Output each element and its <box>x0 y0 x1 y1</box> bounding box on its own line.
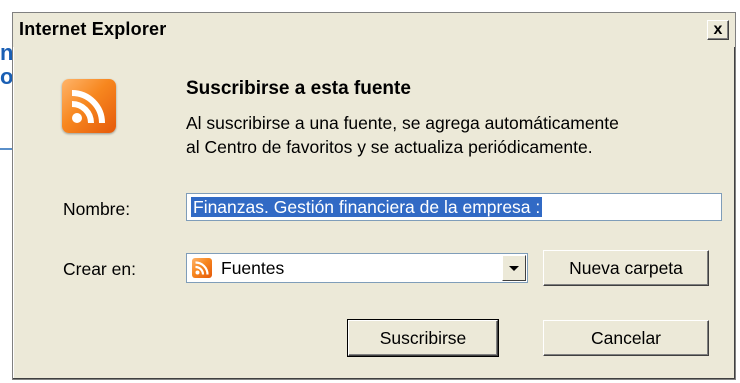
title-bar[interactable]: Internet Explorer x <box>13 13 735 47</box>
rss-feed-icon <box>192 258 212 278</box>
subscribe-button[interactable]: Suscribirse <box>347 319 499 357</box>
close-button[interactable]: x <box>707 20 729 40</box>
folder-select-value: Fuentes <box>221 258 285 278</box>
dialog-description: Al suscribirse a una fuente, se agrega a… <box>186 111 726 159</box>
feed-name-input[interactable]: Finanzas. Gestión financiera de la empre… <box>186 193 722 221</box>
feed-name-value: Finanzas. Gestión financiera de la empre… <box>191 197 543 217</box>
dialog-title: Internet Explorer <box>19 19 167 39</box>
create-in-label: Crear en: <box>63 259 136 279</box>
folder-dropdown-button[interactable] <box>502 255 526 281</box>
rss-feed-icon <box>62 79 116 133</box>
description-line-2: al Centro de favoritos y se actualiza pe… <box>186 137 593 157</box>
dropdown-arrow-icon <box>509 265 519 271</box>
folder-select[interactable]: Fuentes <box>186 253 528 283</box>
description-line-1: Al suscribirse a una fuente, se agrega a… <box>186 113 619 133</box>
name-label: Nombre: <box>63 199 131 219</box>
dialog-heading: Suscribirse a esta fuente <box>186 78 411 99</box>
close-icon: x <box>713 21 723 38</box>
subscribe-feed-dialog: Internet Explorer x Suscribirse a esta f… <box>12 12 736 380</box>
new-folder-button[interactable]: Nueva carpeta <box>543 250 709 286</box>
cancel-button[interactable]: Cancelar <box>543 320 709 356</box>
